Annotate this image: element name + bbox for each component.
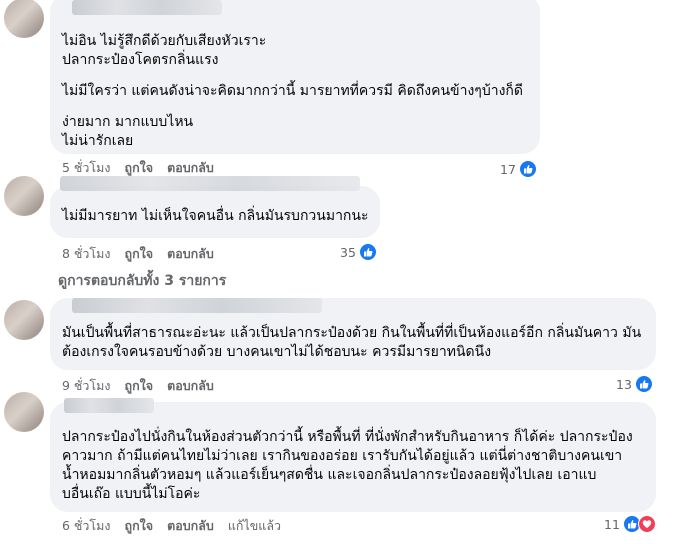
like-button[interactable]: ถูกใจ [125, 244, 154, 264]
timestamp[interactable]: 6 ชั่วโมง [62, 516, 111, 536]
comment-text-line: ไม่อิน ไม่รู้สึกดีด้วยกับเสียงหัวเราะ [62, 33, 267, 49]
comment-text-line: บอื่นเถ๊อ แบบนี้ไม่โอค่ะ [62, 486, 201, 502]
reaction-summary[interactable]: 13 [616, 375, 653, 393]
like-thumb-icon [518, 160, 537, 178]
avatar[interactable] [4, 176, 44, 216]
timestamp[interactable]: 5 ชั่วโมง [62, 158, 111, 178]
author-name[interactable] [72, 298, 322, 313]
timestamp[interactable]: 9 ชั่วโมง [62, 376, 111, 396]
like-button[interactable]: ถูกใจ [125, 376, 154, 396]
comment-text-line: ปลากระป๋องโคตรกลิ่นแรง [62, 52, 219, 68]
edited-label: แก้ไขแล้ว [227, 518, 282, 533]
reaction-summary[interactable]: 35 [340, 243, 377, 261]
comment-bubble: ไม่มีมารยาท ไม่เห็นใจคนอื่น กลิ่นมันรบกว… [50, 176, 380, 238]
comment-text-line: น้ำหอมมากลิ่นตัวหอมๆ แล้วแอร์เย็นๆสดชื่น… [62, 467, 597, 483]
like-thumb-icon [358, 243, 377, 261]
view-replies-label: ดูการตอบกลับทั้ง 3 รายการ [58, 273, 227, 289]
reaction-count: 35 [340, 244, 356, 260]
comment-text-line: คาวมาก ถ้ามีแต่คนไทยไม่ว่าเลย เรากินของอ… [62, 448, 623, 464]
reply-button[interactable]: ตอบกลับ [167, 376, 214, 396]
like-button[interactable]: ถูกใจ [125, 516, 154, 536]
comment-text-line: ไม่มีใครว่า แต่คนดังน่าจะคิดมากกว่านี้ ม… [62, 83, 523, 99]
love-heart-icon [637, 515, 656, 533]
comment-actions: 9 ชั่วโมง ถูกใจ ตอบกลับ [62, 376, 214, 396]
author-name[interactable] [72, 0, 222, 15]
comment-actions: 6 ชั่วโมง ถูกใจ ตอบกลับ แก้ไขแล้ว [62, 516, 281, 536]
reaction-count: 17 [500, 161, 516, 177]
comment-text-line: ต้องเกรงใจคนรอบข้างด้วย บางคนเขาไม่ได้ชอ… [62, 344, 492, 360]
comment-text-line: ง่ายมาก มากแบบไหน [62, 114, 194, 130]
reaction-summary[interactable]: 17 [500, 160, 537, 178]
comment-actions: 5 ชั่วโมง ถูกใจ ตอบกลับ [62, 158, 214, 178]
avatar[interactable] [4, 0, 44, 38]
comment-bubble: มันเป็นพื้นที่สาธารณะอ่ะนะ แล้วเป็นปลากร… [50, 298, 656, 370]
view-replies-link[interactable]: ดูการตอบกลับทั้ง 3 รายการ [58, 270, 226, 292]
reaction-summary[interactable]: 11 [604, 515, 656, 533]
like-button[interactable]: ถูกใจ [125, 158, 154, 178]
comment-bubble: ไม่อิน ไม่รู้สึกดีด้วยกับเสียงหัวเราะ ปล… [50, 0, 540, 154]
like-thumb-icon [634, 375, 653, 393]
comment-text-line: ไม่น่ารักเลย [62, 133, 134, 149]
comment-text-line: ไม่มีมารยาท ไม่เห็นใจคนอื่น กลิ่นมันรบกว… [62, 208, 369, 224]
comment-actions: 8 ชั่วโมง ถูกใจ ตอบกลับ [62, 244, 214, 264]
comment-bubble: ปลากระป๋องไปนั่งกินในห้องส่วนตัวกว่านี้ … [50, 398, 656, 512]
reply-button[interactable]: ตอบกลับ [167, 244, 214, 264]
reply-button[interactable]: ตอบกลับ [167, 516, 214, 536]
reply-button[interactable]: ตอบกลับ [167, 158, 214, 178]
avatar[interactable] [4, 300, 44, 340]
comment-text-line: มันเป็นพื้นที่สาธารณะอ่ะนะ แล้วเป็นปลากร… [62, 325, 642, 341]
author-name[interactable] [60, 176, 360, 191]
reaction-count: 11 [604, 516, 620, 532]
reaction-count: 13 [616, 376, 632, 392]
author-name[interactable] [64, 398, 154, 413]
timestamp[interactable]: 8 ชั่วโมง [62, 244, 111, 264]
comment-text-line: ปลากระป๋องไปนั่งกินในห้องส่วนตัวกว่านี้ … [62, 429, 633, 445]
avatar[interactable] [4, 392, 44, 432]
